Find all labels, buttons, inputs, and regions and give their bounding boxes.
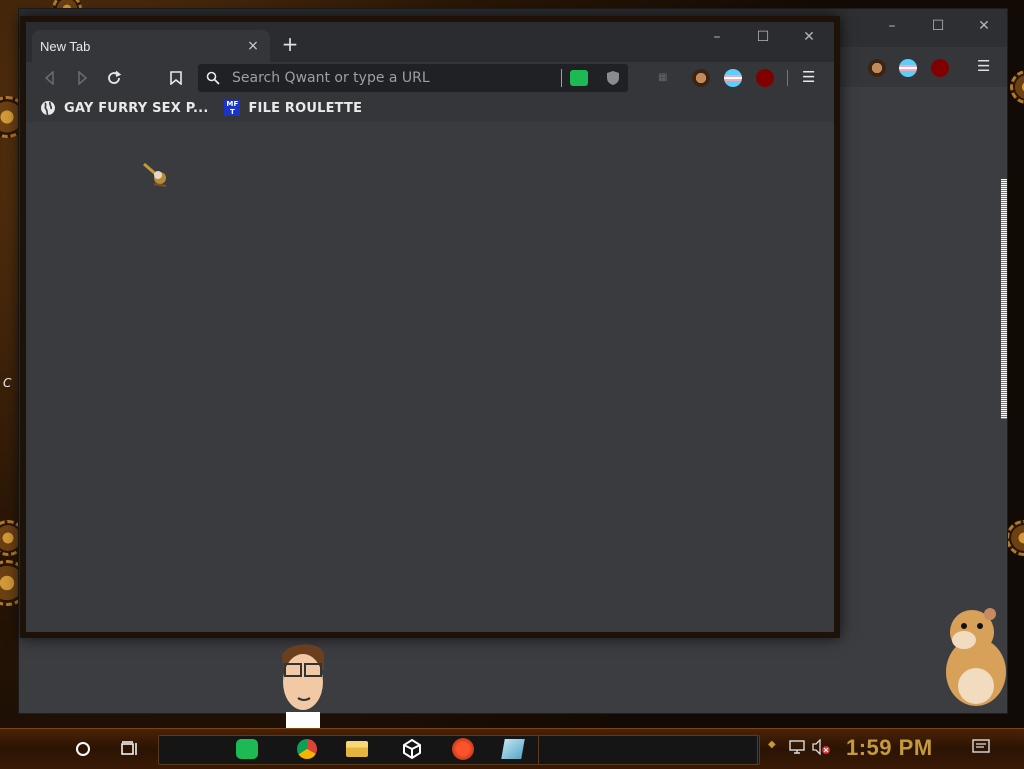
background-minimize-button[interactable]: – bbox=[869, 11, 915, 41]
tab-close-icon[interactable]: × bbox=[244, 37, 262, 55]
reload-button[interactable] bbox=[100, 62, 128, 94]
puzzle-extension-icon[interactable]: ▦ bbox=[658, 72, 672, 84]
bookmark-item[interactable]: MF T FILE ROULETTE bbox=[224, 100, 362, 116]
minimize-button[interactable]: – bbox=[694, 22, 740, 52]
bookmark-icon bbox=[170, 71, 182, 85]
trans-flag-extension-icon[interactable] bbox=[724, 69, 742, 87]
tab-title: New Tab bbox=[40, 38, 91, 54]
hamster-icon bbox=[946, 608, 1006, 706]
forward-button[interactable] bbox=[68, 62, 96, 94]
back-arrow-icon bbox=[44, 71, 54, 85]
bookmark-label: GAY FURRY SEX P... bbox=[64, 100, 209, 116]
spotify-extension-icon[interactable] bbox=[570, 70, 588, 86]
brave-icon bbox=[452, 738, 474, 760]
task-view-button[interactable] bbox=[114, 733, 146, 765]
background-close-button[interactable]: ✕ bbox=[961, 11, 1007, 41]
reload-icon bbox=[108, 70, 122, 84]
avatar-extension-icon[interactable] bbox=[868, 59, 886, 77]
background-menu-button[interactable]: ☰ bbox=[977, 57, 990, 75]
globe-icon bbox=[41, 101, 55, 116]
background-scrollbar[interactable] bbox=[1001, 179, 1007, 419]
ublock-extension-icon[interactable] bbox=[931, 59, 949, 77]
forward-arrow-icon bbox=[78, 71, 88, 85]
back-button[interactable] bbox=[36, 62, 64, 94]
gear-decoration-icon bbox=[1006, 520, 1024, 556]
gear-decoration-icon bbox=[1010, 70, 1024, 104]
brave-taskbar-button[interactable] bbox=[447, 733, 479, 765]
tab-new-tab[interactable]: New Tab × bbox=[32, 30, 270, 62]
url-bar[interactable] bbox=[198, 64, 628, 92]
new-tab-page bbox=[26, 122, 834, 632]
cube-app-icon bbox=[501, 739, 525, 759]
desktop-edge-text: C bbox=[3, 376, 12, 390]
trans-flag-extension-icon[interactable] bbox=[899, 59, 917, 77]
search-icon bbox=[206, 71, 220, 85]
bookmark-button[interactable] bbox=[162, 62, 190, 94]
unity-taskbar-button[interactable] bbox=[396, 733, 428, 765]
file-explorer-icon bbox=[346, 741, 368, 757]
taskbar-empty-area bbox=[538, 735, 758, 765]
browser-window: New Tab × + – ☐ ✕ ▦ ☰ bbox=[26, 22, 834, 632]
avatar-extension-icon[interactable] bbox=[692, 69, 710, 87]
spotify-taskbar-button[interactable] bbox=[231, 733, 263, 765]
taskbar-clock[interactable]: 1:59 PM bbox=[846, 735, 933, 761]
tab-strip: New Tab × + – ☐ ✕ bbox=[26, 22, 834, 62]
unity-icon bbox=[403, 739, 421, 759]
bookmark-item[interactable]: GAY FURRY SEX P... bbox=[40, 100, 208, 116]
maximize-button[interactable]: ☐ bbox=[740, 22, 786, 52]
url-separator bbox=[561, 69, 562, 87]
new-tab-button[interactable]: + bbox=[278, 32, 302, 56]
spotify-icon bbox=[236, 739, 258, 759]
taskbar: ◆ 1:59 PM bbox=[0, 728, 1024, 769]
chrome-icon bbox=[297, 739, 317, 759]
mft-icon: MF T bbox=[224, 100, 241, 116]
url-input[interactable] bbox=[230, 69, 553, 87]
toolbar-separator bbox=[787, 70, 788, 86]
ublock-extension-icon[interactable] bbox=[756, 69, 774, 87]
task-view-icon bbox=[121, 741, 137, 755]
action-center-icon[interactable] bbox=[972, 739, 990, 755]
chrome-taskbar-button[interactable] bbox=[291, 733, 323, 765]
cursor-sprite-icon bbox=[143, 162, 167, 187]
bookmark-label: FILE ROULETTE bbox=[248, 100, 363, 116]
tray-overflow-icon[interactable]: ◆ bbox=[768, 739, 776, 750]
close-button[interactable]: ✕ bbox=[786, 22, 832, 52]
cortana-button[interactable] bbox=[67, 733, 99, 765]
browser-toolbar: ▦ ☰ bbox=[26, 62, 834, 94]
bookmarks-bar: GAY FURRY SEX P... MF T FILE ROULETTE bbox=[26, 94, 834, 122]
background-maximize-button[interactable]: ☐ bbox=[915, 11, 961, 41]
cortana-circle-icon bbox=[76, 742, 90, 756]
network-icon[interactable] bbox=[789, 739, 805, 755]
shield-icon[interactable] bbox=[606, 70, 620, 86]
cube-app-taskbar-button[interactable] bbox=[497, 733, 529, 765]
volume-muted-icon[interactable] bbox=[812, 739, 830, 755]
menu-button[interactable]: ☰ bbox=[802, 68, 815, 86]
file-explorer-taskbar-button[interactable] bbox=[341, 733, 373, 765]
